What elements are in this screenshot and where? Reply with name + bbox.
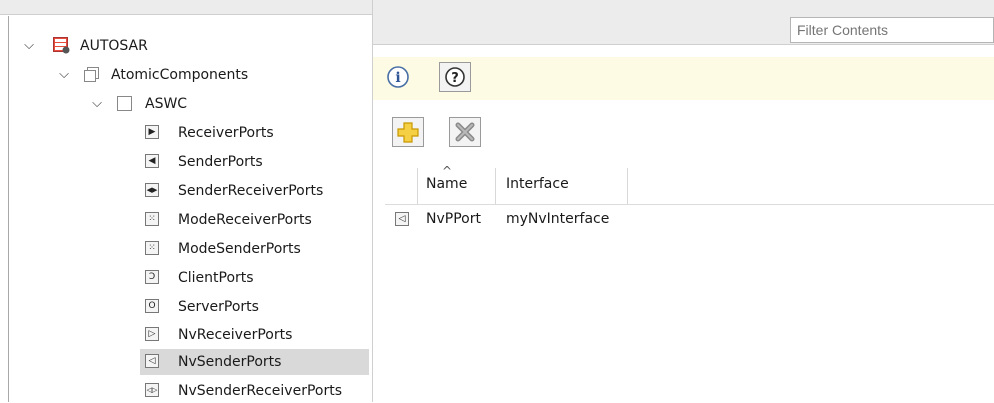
tree-node-label: ServerPorts [178,299,259,315]
row-name-cell: NvPPort [426,211,481,227]
tree-node-receiver-ports[interactable]: ▶ ReceiverPorts [145,121,370,145]
tree-node-sender-ports[interactable]: ◀ SenderPorts [145,150,370,174]
client-port-icon: Ↄ [145,270,159,284]
tree-node-autosar[interactable]: ⌵ AUTOSAR [0,34,370,58]
column-header-name[interactable]: ^ Name [426,164,491,204]
folder-icon [84,67,99,82]
sender-receiver-port-icon: ◀▶ [145,183,159,197]
help-button[interactable]: ? [439,62,471,92]
nv-sender-port-icon: ◁ [395,212,409,226]
mode-sender-port-icon: ⁙ [145,241,159,255]
server-port-icon: O [145,299,159,313]
tree-node-label: ClientPorts [178,270,254,286]
column-divider [417,168,418,204]
tree-node-nv-receiver-ports[interactable]: ▷ NvReceiverPorts [145,323,370,347]
nv-receiver-port-icon: ▷ [145,327,159,341]
tree-node-label: NvSenderPorts [178,354,282,370]
svg-text:?: ? [451,71,459,86]
sort-ascending-icon: ^ [442,164,453,178]
tree-node-client-ports[interactable]: Ↄ ClientPorts [145,266,370,290]
tree-node-nv-sender-receiver-ports[interactable]: ◁▷ NvSenderReceiverPorts [145,379,370,403]
sender-port-icon: ◀ [145,154,159,168]
tree: ⌵ AUTOSAR ⌵ AtomicComponents ⌵ ASWC ▶ Re… [0,0,372,402]
svg-text:i: i [395,70,400,86]
tree-node-label: NvReceiverPorts [178,327,293,343]
column-divider [495,168,496,204]
tree-node-atomic-components[interactable]: ⌵ AtomicComponents [0,63,370,87]
tree-node-mode-sender-ports[interactable]: ⁙ ModeSenderPorts [145,237,370,261]
tree-node-server-ports[interactable]: O ServerPorts [145,295,370,319]
nv-sender-receiver-port-icon: ◁▷ [145,383,159,397]
chevron-down-icon[interactable]: ⌵ [90,92,104,116]
table-header: ^ Name Interface [385,164,994,205]
filter-input[interactable] [790,17,994,43]
column-label: Interface [506,176,569,192]
tree-node-label: SenderPorts [178,154,263,170]
tree-node-label: ModeSenderPorts [178,241,301,257]
chevron-down-icon[interactable]: ⌵ [22,34,36,58]
tree-node-label: AtomicComponents [111,67,249,83]
tree-node-nv-sender-ports[interactable]: ◁ NvSenderPorts [145,350,370,374]
info-button[interactable]: i [383,62,415,92]
column-header-interface[interactable]: Interface [506,164,621,204]
tree-node-label: ASWC [145,96,188,112]
help-icon: ? [445,67,465,87]
table-row[interactable]: ◁ NvPPort myNvInterface [385,205,994,233]
tree-node-mode-receiver-ports[interactable]: ⁙ ModeReceiverPorts [145,208,370,232]
delete-icon [455,122,475,142]
receiver-port-icon: ▶ [145,125,159,139]
nv-sender-port-icon: ◁ [145,354,159,368]
tree-node-label: SenderReceiverPorts [178,183,324,199]
tree-node-label: ReceiverPorts [178,125,274,141]
mode-receiver-port-icon: ⁙ [145,212,159,226]
delete-button[interactable] [449,117,481,147]
add-button[interactable] [392,117,424,147]
tree-node-label: AUTOSAR [80,38,148,54]
info-icon: i [387,66,409,88]
tree-node-sender-receiver-ports[interactable]: ◀▶ SenderReceiverPorts [145,179,370,203]
tree-node-label: ModeReceiverPorts [178,212,312,228]
row-interface-cell: myNvInterface [506,211,610,227]
chevron-down-icon[interactable]: ⌵ [57,63,71,87]
column-divider [627,168,628,204]
package-icon [53,37,70,54]
component-icon [117,96,132,111]
tree-node-label: NvSenderReceiverPorts [178,383,343,399]
add-icon [397,122,419,143]
tree-node-aswc[interactable]: ⌵ ASWC [0,92,370,116]
